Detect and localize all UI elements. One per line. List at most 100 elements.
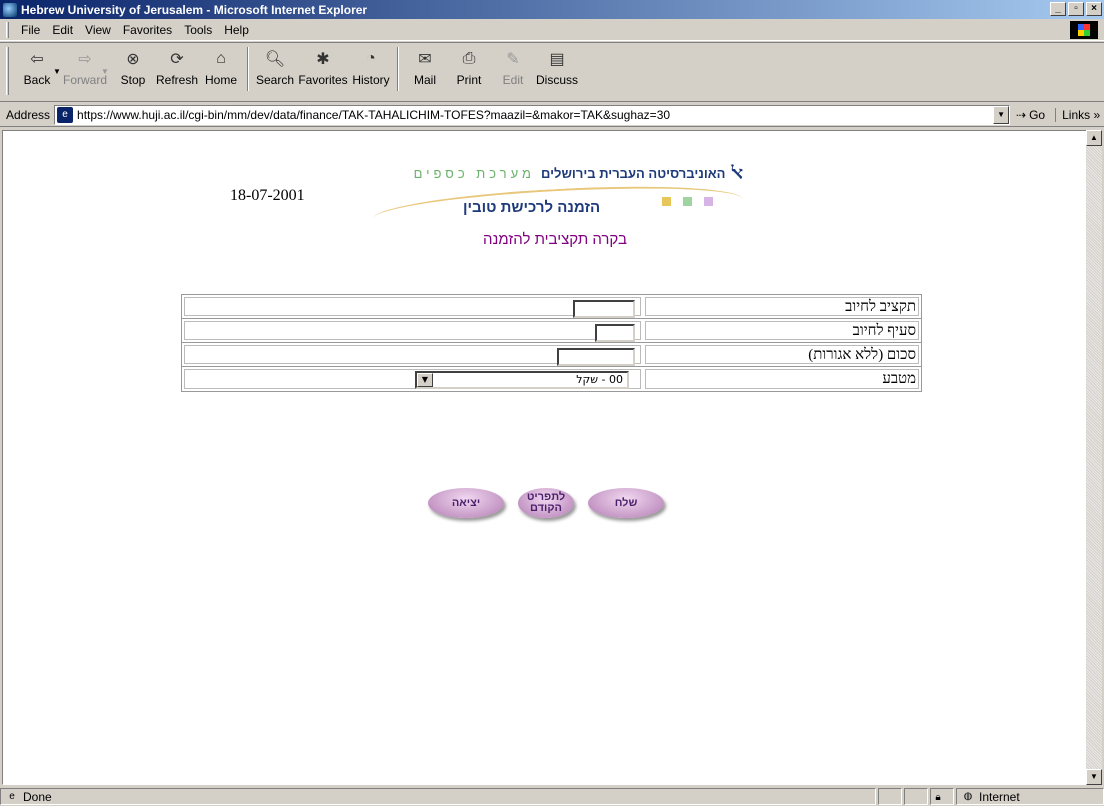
decorative-squares	[662, 197, 713, 206]
lilac-square	[704, 197, 713, 206]
currency-input-cell: 00 - שקל ▼	[184, 369, 641, 389]
home-icon: ⌂	[216, 50, 226, 67]
page-icon: e	[57, 106, 74, 123]
chevron-down-icon[interactable]: ▼	[417, 373, 433, 387]
university-logo-icon: ﭏ	[731, 163, 743, 184]
toolbar-separator	[397, 47, 399, 91]
discuss-button[interactable]: ▤ Discuss	[535, 47, 579, 95]
budget-label: תקציב לחיוב	[645, 297, 919, 316]
send-button[interactable]: שלח	[588, 488, 664, 518]
zone-label: Internet	[979, 789, 1020, 804]
history-button[interactable]: ◔ History	[349, 47, 393, 95]
section-input[interactable]	[595, 324, 635, 342]
go-arrow-icon: ⇢	[1016, 107, 1027, 122]
finance-system-label: מערכת כספים	[413, 166, 535, 181]
mail-button[interactable]: ✉ Mail	[403, 47, 447, 95]
mail-icon: ✉	[418, 51, 432, 68]
favorites-icon: ✱	[316, 51, 330, 68]
address-dropdown-icon[interactable]: ▼	[993, 105, 1010, 124]
favorites-button[interactable]: ✱ Favorites	[297, 47, 349, 95]
vertical-scrollbar[interactable]: ▲ ▼	[1086, 130, 1102, 785]
search-button[interactable]: 🔍︎ Search	[253, 47, 297, 95]
windows-logo-icon	[1070, 21, 1098, 39]
home-button[interactable]: ⌂ Home	[199, 47, 243, 95]
address-url: https://www.huji.ac.il/cgi-bin/mm/dev/da…	[77, 107, 671, 122]
window-controls: _ ▫ ×	[1048, 2, 1102, 16]
restore-button[interactable]: ▫	[1068, 2, 1084, 16]
edit-button[interactable]: ✎ Edit	[491, 47, 535, 95]
go-button[interactable]: ⇢ Go	[1016, 108, 1045, 122]
menu-tools[interactable]: Tools	[178, 23, 218, 37]
amount-input-cell	[184, 345, 641, 366]
close-button[interactable]: ×	[1086, 2, 1102, 16]
toolbar-grip[interactable]	[6, 47, 9, 95]
budget-form: תקציב לחיוב סעיף לחיוב סכום (ללא אגורות)…	[181, 294, 922, 392]
stop-button[interactable]: ⊗ Stop	[111, 47, 155, 95]
university-line: ﭏ האוניברסיטה העברית בירושלים מערכת כספי…	[414, 163, 743, 184]
status-cell-empty	[878, 788, 902, 805]
minimize-button[interactable]: _	[1050, 2, 1066, 16]
window-title: Hebrew University of Jerusalem - Microso…	[21, 2, 368, 17]
search-label: Search	[255, 73, 295, 87]
title-bar: Hebrew University of Jerusalem - Microso…	[0, 0, 1104, 19]
edit-icon: ✎	[506, 51, 520, 68]
favorites-label: Favorites	[298, 73, 348, 87]
form-row-budget: תקציב לחיוב	[182, 295, 921, 319]
date-text: 18-07-2001	[230, 187, 305, 204]
status-text: Done	[23, 789, 52, 804]
discuss-icon: ▤	[549, 51, 565, 68]
menu-help[interactable]: Help	[218, 23, 255, 37]
back-label: Back	[23, 73, 51, 87]
currency-selected-value: 00 - שקל	[576, 373, 623, 386]
menu-edit[interactable]: Edit	[46, 23, 79, 37]
back-dropdown-icon[interactable]: ▼	[53, 67, 63, 76]
history-label: History	[352, 73, 390, 87]
action-buttons: יציאה לתפריט הקודם שלח	[428, 488, 664, 518]
go-label: Go	[1029, 107, 1046, 122]
print-button[interactable]: ⎙ Print	[447, 47, 491, 95]
printer-icon: ⎙	[462, 50, 476, 67]
amount-label: סכום (ללא אגורות)	[645, 345, 919, 364]
status-bar: e Done 🔒︎ ◍ Internet	[0, 787, 1104, 806]
ie-app-icon	[3, 2, 17, 17]
refresh-label: Refresh	[155, 73, 199, 87]
amount-input[interactable]	[557, 348, 635, 366]
menu-file[interactable]: File	[15, 23, 46, 37]
toolbar: ⇦ Back ▼ ⇨ Forward ▼ ⊗ Stop ⟳ Refresh ⌂ …	[0, 42, 1104, 102]
refresh-button[interactable]: ⟳ Refresh	[155, 47, 199, 95]
currency-select[interactable]: 00 - שקל ▼	[415, 371, 629, 389]
forward-arrow-icon: ⇨	[78, 51, 92, 68]
history-icon: ◔	[366, 50, 376, 67]
stop-label: Stop	[120, 73, 146, 87]
form-row-section: סעיף לחיוב	[182, 319, 921, 343]
links-button[interactable]: Links »	[1055, 107, 1100, 122]
scroll-down-icon[interactable]: ▼	[1086, 769, 1102, 785]
toolbar-separator	[247, 47, 249, 91]
stop-icon: ⊗	[126, 51, 140, 68]
scroll-up-icon[interactable]: ▲	[1086, 130, 1102, 146]
page-content: ﭏ האוניברסיטה העברית בירושלים מערכת כספי…	[2, 130, 1088, 785]
home-label: Home	[204, 73, 237, 87]
page-subtitle: בקרה תקציבית להזמנה	[483, 231, 627, 248]
address-input[interactable]: e https://www.huji.ac.il/cgi-bin/mm/dev/…	[54, 104, 1011, 125]
address-label: Address	[6, 107, 51, 122]
form-row-amount: סכום (ללא אגורות)	[182, 343, 921, 367]
university-name: האוניברסיטה העברית בירושלים	[541, 166, 726, 181]
menu-favorites[interactable]: Favorites	[117, 23, 178, 37]
currency-label: מטבע	[645, 369, 919, 389]
section-input-cell	[184, 321, 641, 342]
order-title: הזמנה לרכישת טובין	[463, 199, 601, 216]
edit-label: Edit	[502, 73, 524, 87]
discuss-label: Discuss	[535, 73, 578, 87]
forward-dropdown-icon[interactable]: ▼	[101, 67, 111, 76]
secure-lock-cell: 🔒︎	[930, 788, 954, 805]
previous-menu-button[interactable]: לתפריט הקודם	[518, 488, 574, 518]
menu-grip[interactable]	[6, 21, 9, 38]
globe-icon: ◍	[963, 790, 973, 802]
menu-bar: File Edit View Favorites Tools Help	[0, 19, 1104, 41]
page-done-icon: e	[9, 790, 15, 802]
mail-label: Mail	[413, 73, 436, 87]
exit-button[interactable]: יציאה	[428, 488, 504, 518]
budget-input[interactable]	[573, 300, 635, 318]
menu-view[interactable]: View	[79, 23, 117, 37]
